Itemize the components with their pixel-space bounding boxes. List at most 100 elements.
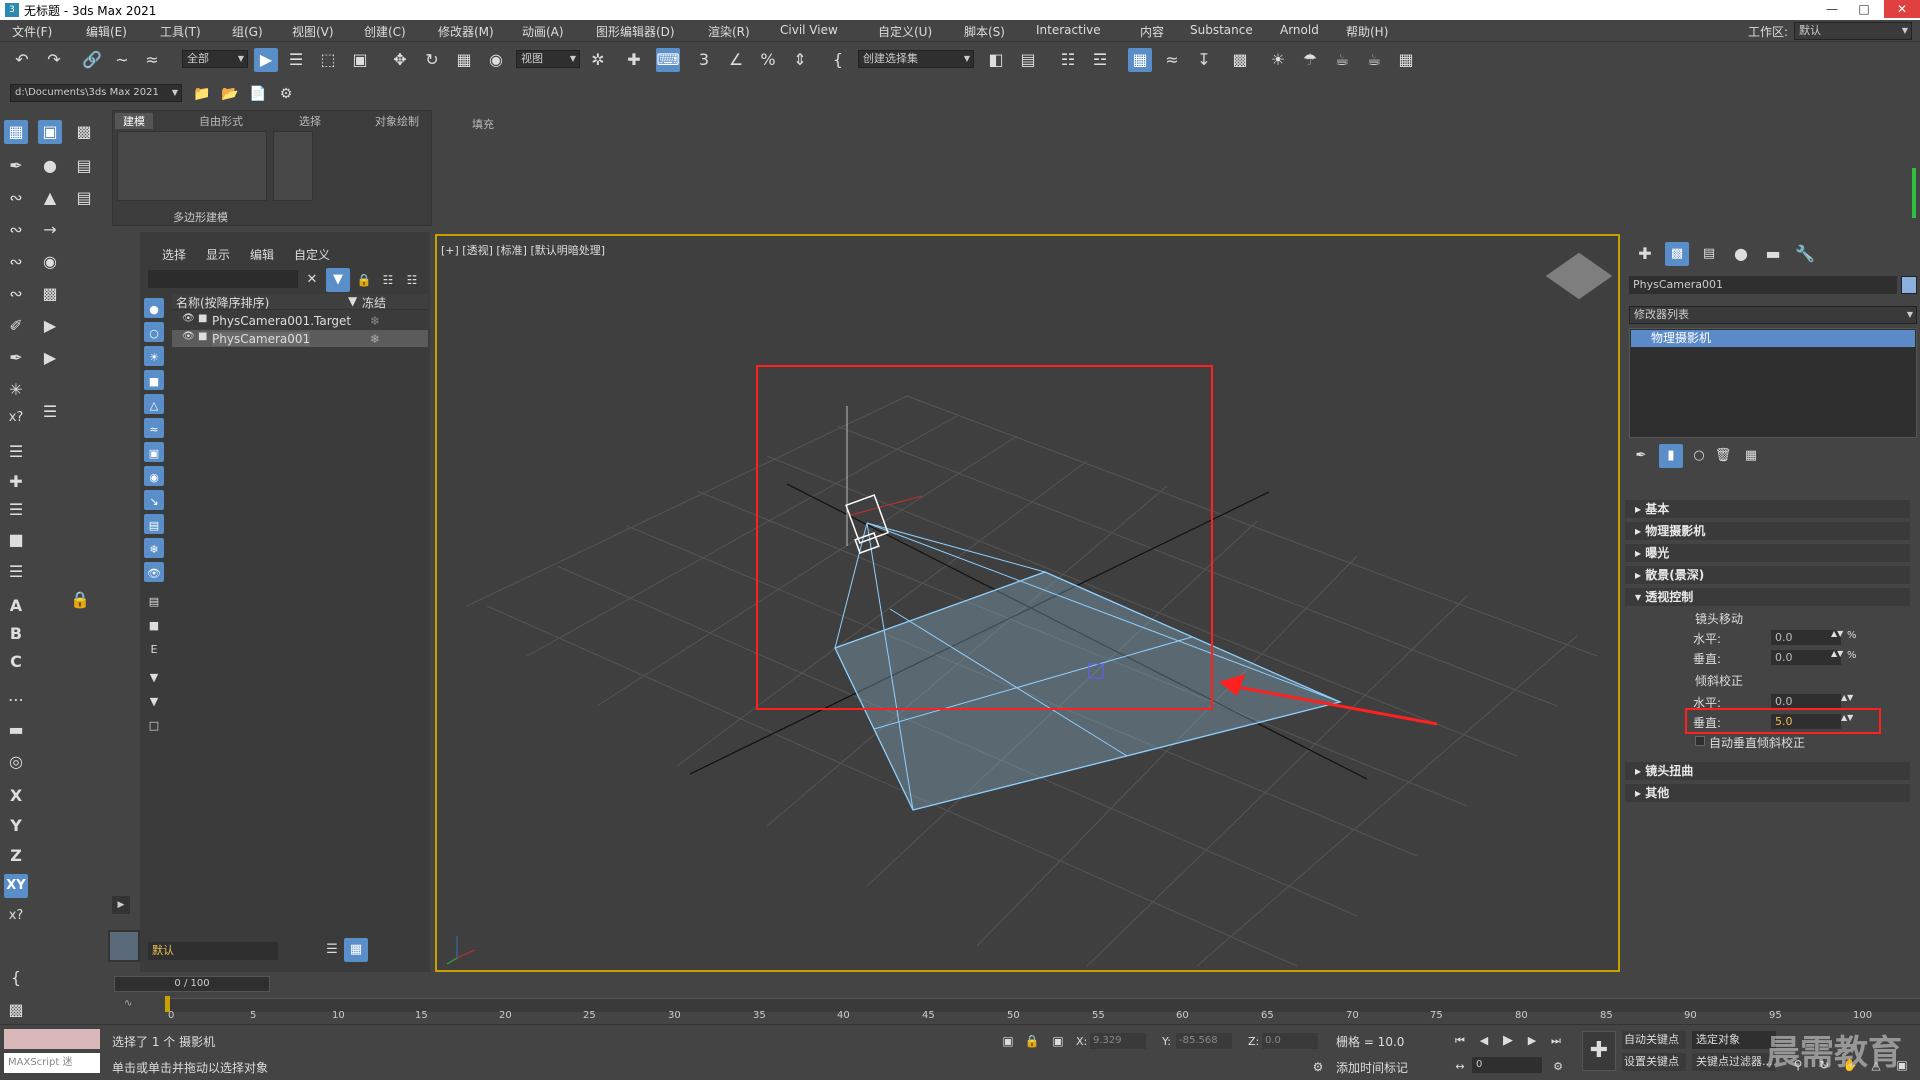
rollout-basic[interactable]: ▸ 基本 [1625, 500, 1910, 518]
select-manipulate-icon[interactable]: ✚ [622, 48, 646, 72]
project-folder-icon[interactable]: 📁 [190, 82, 214, 106]
rollout-perspective-control[interactable]: ▾ 透视控制 [1625, 588, 1910, 606]
object-color-swatch[interactable] [1901, 276, 1917, 294]
scale-icon[interactable]: ▦ [452, 48, 476, 72]
motion-tool-icon[interactable]: ▶ [38, 346, 62, 370]
menu-file[interactable]: 文件(F) [12, 23, 52, 40]
ribbon-tab-modeling[interactable]: 建模 [115, 113, 153, 129]
perspective-viewport[interactable]: [+] [透视] [标准] [默认明暗处理] [435, 234, 1620, 972]
project-open-icon[interactable]: 📂 [218, 82, 242, 106]
sphere-create-icon[interactable]: ● [38, 154, 62, 178]
pivot-center-icon[interactable]: ✲ [586, 48, 610, 72]
filter-icon[interactable]: ▼ [326, 268, 350, 292]
light-tool-icon[interactable]: → [38, 218, 62, 242]
align-icon[interactable]: ▤ [1016, 48, 1040, 72]
spinner-arrows-icon[interactable]: ▲▼ [1831, 649, 1843, 658]
configure-sets-icon[interactable]: ▦ [1739, 444, 1763, 468]
text-a-icon[interactable]: A [4, 594, 28, 618]
filter-cameras-icon[interactable]: ■ [144, 370, 164, 390]
prev-frame-icon[interactable]: ◀ [1472, 1029, 1496, 1053]
display-tab-icon[interactable]: ▬ [1761, 242, 1785, 266]
layer-stack-icon[interactable]: ☰ [320, 938, 344, 962]
ruler-tool-icon[interactable]: ▬ [4, 718, 28, 742]
ribbon-tab-freeform[interactable]: 自由形式 [199, 113, 243, 129]
text-c-icon[interactable]: C [4, 650, 28, 674]
menu-animation[interactable]: 动画(A) [522, 23, 564, 40]
link-icon[interactable]: 🔗 [80, 48, 104, 72]
layer-tool-icon[interactable]: ☰ [38, 400, 62, 424]
axis-z-icon[interactable]: Z [4, 844, 28, 868]
key-target-dropdown[interactable]: 选定对象 [1692, 1031, 1776, 1049]
add-time-tag-label[interactable]: 添加时间标记 [1336, 1059, 1408, 1076]
set-key-big-button[interactable]: ✚ [1582, 1031, 1616, 1071]
menu-help[interactable]: 帮助(H) [1346, 23, 1388, 40]
reference-coord-dropdown[interactable]: 视图 ▼ [516, 50, 580, 68]
se-tab-edit[interactable]: 编辑 [250, 246, 274, 263]
layer-explorer-icon[interactable]: ☷ [1056, 48, 1080, 72]
table-row[interactable]: 👁 ■ PhysCamera001.Target ❄ [172, 312, 428, 329]
menu-view[interactable]: 视图(V) [292, 23, 334, 40]
spinner-arrows-icon[interactable]: ▲▼ [1831, 629, 1843, 638]
menu-arnold[interactable]: Arnold [1280, 23, 1319, 37]
filter-geometry-icon[interactable]: ● [144, 298, 164, 318]
star-tool-icon[interactable]: ✳ [4, 378, 28, 402]
menu-graph-editors[interactable]: 图形编辑器(D) [596, 23, 675, 40]
rollout-lens-distortion[interactable]: ▸ 镜头扭曲 [1625, 762, 1910, 780]
axis-cycle-icon[interactable]: x? [4, 904, 28, 928]
time-config-icon[interactable]: ⚙ [1546, 1055, 1570, 1079]
ribbon-footer[interactable]: 多边形建模 [173, 209, 228, 225]
expand-panel-button[interactable]: ▶ [112, 896, 130, 914]
ribbon-tab-object-paint[interactable]: 对象绘制 [375, 113, 419, 129]
project-new-icon[interactable]: 📄 [246, 82, 270, 106]
time-slider[interactable]: 0 / 100 [114, 976, 270, 992]
rollout-physical-camera[interactable]: ▸ 物理摄影机 [1625, 522, 1910, 540]
curve-editor-icon[interactable]: ▦ [1128, 48, 1152, 72]
selection-filter-dropdown[interactable]: 全部 ▼ [182, 50, 248, 68]
se-tab-display[interactable]: 显示 [206, 246, 230, 263]
close-button[interactable]: ✕ [1884, 0, 1920, 18]
filter-groups-icon[interactable]: ▣ [144, 442, 164, 462]
camera-tool-icon[interactable]: ▤ [72, 186, 96, 210]
menu-create[interactable]: 创建(C) [364, 23, 406, 40]
show-end-result-icon[interactable]: ▮ [1659, 444, 1683, 468]
motion-tab-icon[interactable]: ● [1729, 242, 1753, 266]
add-tool-icon[interactable]: ✚ [4, 470, 28, 494]
filter-frozen-icon[interactable]: ❄ [144, 538, 164, 558]
ribbon-tab-populate-label[interactable]: 填充 [472, 116, 494, 132]
pin-tool-icon[interactable]: ∾ [4, 218, 28, 242]
edit-named-sets-icon[interactable]: { [826, 48, 850, 72]
redo-icon[interactable]: ↷ [42, 48, 66, 72]
col-freeze-header[interactable]: 冻结 [362, 294, 386, 311]
funnel-filter-icon[interactable]: ▼ [144, 666, 164, 686]
isolate-selection-icon[interactable]: ▣ [996, 1029, 1020, 1053]
menu-modifiers[interactable]: 修改器(M) [438, 23, 494, 40]
filter-xrefs-icon[interactable]: ◉ [144, 466, 164, 486]
window-crossing-icon[interactable]: ▣ [348, 48, 372, 72]
toggle-ribbon-icon[interactable]: ☲ [1088, 48, 1112, 72]
scene-explorer-icon[interactable]: ▣ [38, 120, 62, 144]
axis-xy-icon[interactable]: XY [4, 874, 28, 898]
panel-scroll-indicator[interactable] [1912, 168, 1916, 218]
display-invert-icon[interactable]: E [144, 638, 164, 658]
table-row[interactable]: 👁 ■ PhysCamera001 ❄ [172, 330, 428, 347]
workspace-dropdown[interactable]: 默认 ▼ [1794, 22, 1912, 40]
mini-listener-button[interactable] [108, 930, 140, 962]
menu-rendering[interactable]: 渲染(R) [708, 23, 750, 40]
select-tool-icon[interactable]: ▦ [4, 120, 28, 144]
play-tool-icon[interactable]: ▶ [38, 314, 62, 338]
play-icon[interactable]: ▶ [1496, 1029, 1520, 1053]
display-none-icon[interactable]: ■ [144, 614, 164, 634]
modifier-list-dropdown[interactable]: 修改器列表 ▼ [1629, 306, 1917, 324]
visibility-eye-icon[interactable]: 👁 [182, 313, 195, 324]
text-b-icon[interactable]: B [4, 622, 28, 646]
hierarchy-tab-icon[interactable]: ▤ [1697, 242, 1721, 266]
remove-modifier-icon[interactable]: 🗑 [1711, 444, 1735, 468]
stack-item-physical-camera[interactable]: 物理摄影机 [1631, 330, 1915, 347]
snaps-toggle-icon[interactable]: 3 [692, 48, 716, 72]
spinner-snap-icon[interactable]: ⇕ [788, 48, 812, 72]
rectangular-region-icon[interactable]: ⬚ [316, 48, 340, 72]
menu-scripting[interactable]: 脚本(S) [964, 23, 1005, 40]
y-coord-field[interactable]: -85.568 [1176, 1033, 1232, 1049]
track-bar[interactable] [166, 998, 1920, 1012]
material-editor-icon[interactable]: ↧ [1192, 48, 1216, 72]
